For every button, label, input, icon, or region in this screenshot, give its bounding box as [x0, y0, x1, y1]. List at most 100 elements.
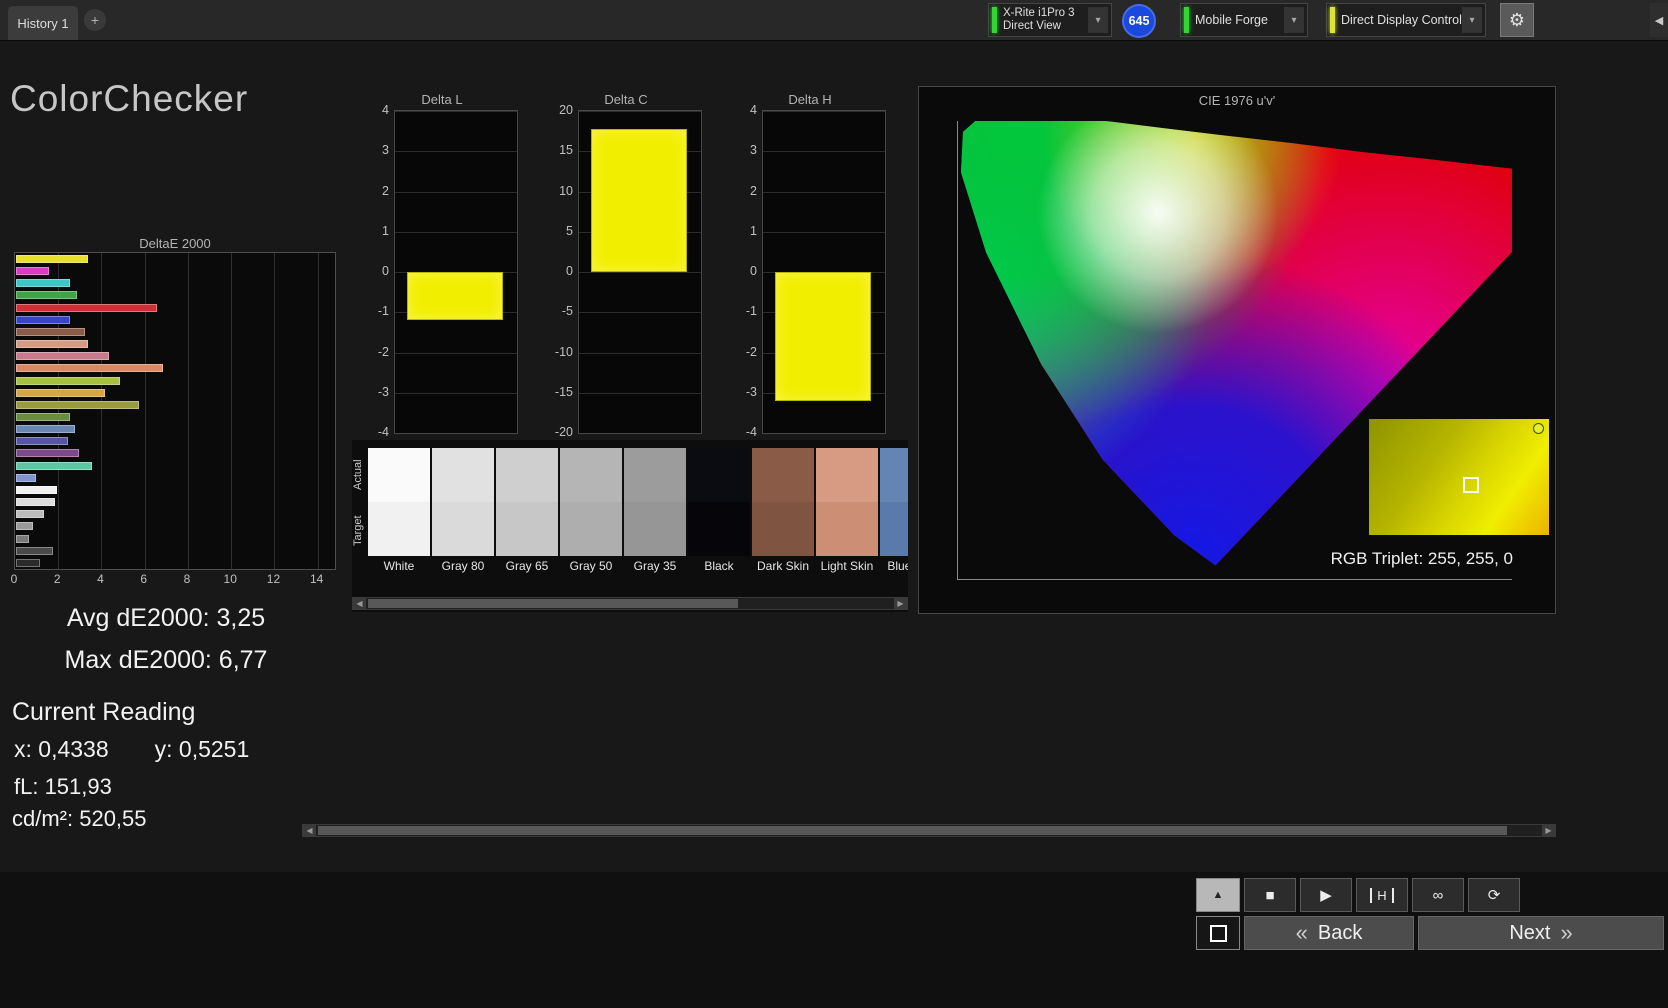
scrollbar-thumb[interactable] [318, 826, 1507, 835]
rgb-triplet-label: RGB Triplet: 255, 255, 0 [1297, 549, 1513, 569]
add-tab-button[interactable]: + [84, 9, 106, 31]
delta-c-y-axis: 20151050-5-10-15-20 [550, 110, 576, 434]
measurement-table [302, 624, 1556, 822]
source-dropdown[interactable]: Mobile Forge ▾ [1180, 3, 1308, 37]
gridline [101, 253, 102, 569]
source-status-indicator [1184, 7, 1189, 33]
y-tick-label: -15 [555, 385, 573, 399]
delta-bar [407, 272, 503, 320]
chevron-down-icon[interactable]: ▾ [1284, 7, 1304, 33]
de2000-bar [16, 437, 68, 445]
swatch-target-color [688, 502, 750, 556]
x-tick-label: 8 [184, 572, 191, 586]
gridline [763, 232, 885, 233]
swatch-actual-color [624, 448, 686, 502]
gridline [579, 393, 701, 394]
deltae2000-x-axis: 02468101214 [14, 570, 336, 586]
chevron-down-icon[interactable]: ▾ [1462, 7, 1482, 33]
avg-de2000-value: Avg dE2000: 3,25 [16, 604, 316, 633]
swatch-actual-color [432, 448, 494, 502]
delta-l-plot [394, 110, 518, 434]
swatch-black[interactable]: Black [688, 448, 750, 576]
source-name: Mobile Forge [1195, 13, 1284, 27]
gridline [145, 253, 146, 569]
meter-dropdown[interactable]: X-Rite i1Pro 3 Direct View ▾ [988, 3, 1112, 37]
pattern-window-button[interactable] [1196, 916, 1240, 950]
swatch-target-color [496, 502, 558, 556]
next-chevrons-icon: » [1560, 920, 1572, 946]
swatch-actual-color [368, 448, 430, 502]
y-tick-label: -1 [746, 304, 757, 318]
delta-c-plot [578, 110, 702, 434]
scrollbar-thumb[interactable] [368, 599, 738, 608]
x-tick-label: 12 [267, 572, 280, 586]
y-tick-label: -4 [746, 425, 757, 439]
swatch-gray-35[interactable]: Gray 35 [624, 448, 686, 576]
x-tick-label: 4 [97, 572, 104, 586]
pattern-up-button[interactable]: ▲ [1196, 878, 1240, 912]
gridline [579, 272, 701, 273]
history-tab-label: History 1 [17, 16, 68, 31]
loop-button[interactable]: ⟳ [1468, 878, 1520, 912]
x-tick-label: 2 [54, 572, 61, 586]
table-scrollbar[interactable]: ◀ ▶ [302, 824, 1556, 837]
swatch-label: Gray 50 [560, 556, 622, 575]
gridline [395, 192, 517, 193]
play-button[interactable]: ▶ [1300, 878, 1352, 912]
scroll-right-icon[interactable]: ▶ [1542, 825, 1555, 836]
marker-button[interactable]: H [1356, 878, 1408, 912]
swatch-light-skin[interactable]: Light Skin [816, 448, 878, 576]
next-button[interactable]: Next » [1418, 916, 1664, 950]
swatch-blue-sky[interactable]: Blue Sky [880, 448, 908, 576]
history-tab[interactable]: History 1 [8, 6, 78, 40]
scroll-right-icon[interactable]: ▶ [894, 598, 907, 609]
meter-status-indicator [992, 7, 997, 33]
swatch-strip: Actual Target WhiteGray 80Gray 65Gray 50… [352, 440, 908, 612]
y-tick-label: 5 [566, 224, 573, 238]
max-de2000-value: Max dE2000: 6,77 [16, 646, 316, 675]
de2000-bar [16, 547, 53, 555]
gridline [188, 253, 189, 569]
gridline [395, 232, 517, 233]
workflow-status-indicator [1330, 7, 1335, 33]
swatch-gray-65[interactable]: Gray 65 [496, 448, 558, 576]
workflow-dropdown[interactable]: Direct Display Control ▾ [1326, 3, 1486, 37]
y-tick-label: -4 [378, 425, 389, 439]
cie-diagram-panel: CIE 1976 u'v' [918, 86, 1556, 614]
gridline [579, 353, 701, 354]
swatch-target-marker [1463, 477, 1479, 493]
scroll-left-icon[interactable]: ◀ [353, 598, 366, 609]
de2000-bar [16, 425, 75, 433]
swatch-gray-80[interactable]: Gray 80 [432, 448, 494, 576]
meter-count-badge[interactable]: 645 [1122, 4, 1156, 38]
swatch-measured-marker [1533, 423, 1544, 434]
cie-title: CIE 1976 u'v' [919, 93, 1555, 109]
stop-button[interactable]: ■ [1244, 878, 1296, 912]
back-button[interactable]: « Back [1244, 916, 1414, 950]
swatch-white[interactable]: White [368, 448, 430, 576]
swatch-target-color [624, 502, 686, 556]
gridline [579, 433, 701, 434]
gridline [763, 433, 885, 434]
scroll-left-icon[interactable]: ◀ [303, 825, 316, 836]
y-tick-label: 1 [750, 224, 757, 238]
settings-gear-button[interactable]: ⚙ [1500, 3, 1534, 37]
y-tick-label: -2 [378, 345, 389, 359]
reading-cdm2: cd/m²: 520,55 [12, 806, 147, 832]
collapse-panel-button[interactable]: ◀ [1650, 3, 1668, 37]
infinity-button[interactable]: ∞ [1412, 878, 1464, 912]
chevron-down-icon[interactable]: ▾ [1088, 7, 1108, 33]
swatch-label: Blue Sky [880, 556, 908, 575]
gridline [763, 192, 885, 193]
swatch-target-color [432, 502, 494, 556]
swatch-gray-50[interactable]: Gray 50 [560, 448, 622, 576]
gridline [395, 393, 517, 394]
y-tick-label: -1 [378, 304, 389, 318]
de2000-bar [16, 279, 70, 287]
y-tick-label: 20 [559, 103, 573, 117]
swatch-scrollbar[interactable]: ◀ ▶ [352, 597, 908, 610]
swatch-actual-color [880, 448, 908, 502]
swatch-dark-skin[interactable]: Dark Skin [752, 448, 814, 576]
y-tick-label: 4 [382, 103, 389, 117]
swatch-target-color [880, 502, 908, 556]
